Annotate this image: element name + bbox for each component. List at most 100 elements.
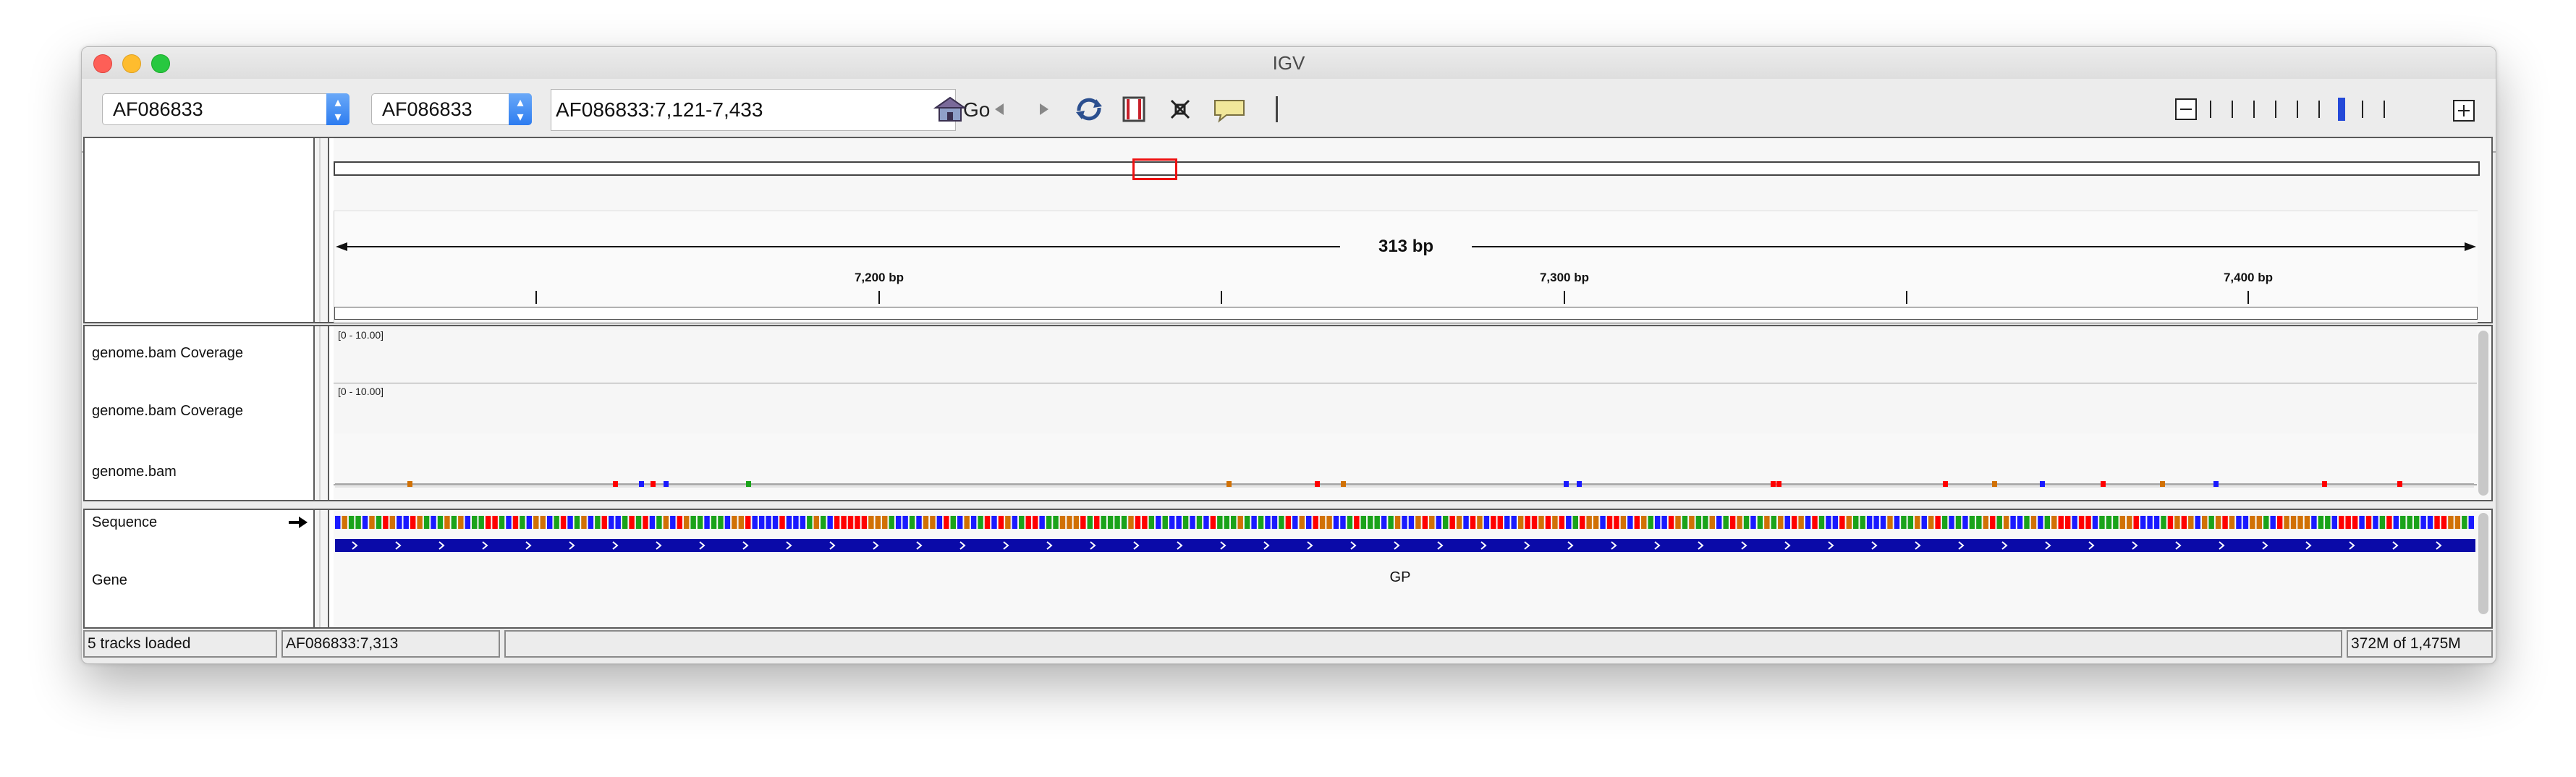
- track-name-alignments[interactable]: genome.bam: [92, 464, 177, 480]
- sequence-base: [2441, 516, 2447, 529]
- sequence-base: [1915, 516, 1920, 529]
- sequence-base: [2386, 516, 2392, 529]
- sequence-base: [1983, 516, 1989, 529]
- sequence-base: [2236, 516, 2242, 529]
- sequence-base: [1593, 516, 1599, 529]
- sequence-base: [1190, 516, 1195, 529]
- sequence-base: [1463, 516, 1469, 529]
- sequence-base: [1866, 516, 1873, 529]
- sequence-base: [1689, 516, 1695, 529]
- coverage-mismatch: [651, 481, 656, 487]
- sequence-base: [2195, 516, 2200, 529]
- track-name-coverage[interactable]: genome.bam Coverage: [92, 345, 243, 362]
- back-icon[interactable]: [986, 95, 1012, 124]
- popup-info-icon[interactable]: [1212, 95, 1247, 124]
- attribute-divider[interactable]: [315, 138, 329, 322]
- sequence-base: [1935, 516, 1941, 529]
- ruler[interactable]: 313 bp 7,200 bp 7,300 bp 7,400 bp: [334, 211, 2478, 323]
- sequence-base: [1504, 516, 1510, 529]
- sequence-base: [1976, 516, 1982, 529]
- sequence-base: [847, 516, 854, 529]
- vertical-scrollbar[interactable]: [2478, 331, 2488, 496]
- zoom-in-icon[interactable]: [2452, 99, 2475, 122]
- sequence-base: [944, 516, 949, 529]
- span-label: 313 bp: [1378, 237, 1434, 256]
- sequence-base: [1305, 516, 1312, 529]
- sequence-base: [431, 516, 436, 529]
- sequence-base: [1764, 516, 1770, 529]
- header-panel: 313 bp 7,200 bp 7,300 bp 7,400 bp: [83, 137, 2493, 323]
- sequence-base: [1114, 516, 1120, 529]
- sequence-base: [1729, 516, 1736, 529]
- sequence-base: [1326, 516, 1332, 529]
- resize-to-window-icon[interactable]: [1166, 95, 1195, 124]
- sequence-base: [2106, 516, 2112, 529]
- sequence-base: [2140, 516, 2146, 529]
- track-name-gene[interactable]: Gene: [92, 572, 127, 589]
- ruler-tick-label: 7,200 bp: [854, 271, 904, 284]
- sequence-base: [2290, 516, 2297, 529]
- sequence-base: [793, 516, 799, 529]
- sequence-base: [2010, 516, 2016, 529]
- sequence-base: [1661, 516, 1667, 529]
- sequence-base: [1682, 516, 1688, 529]
- sequence-base: [1388, 516, 1394, 529]
- sequence-base: [2208, 516, 2214, 529]
- track-name-sequence[interactable]: Sequence: [92, 514, 157, 531]
- sequence-base: [2038, 516, 2043, 529]
- sequence-base: [2462, 516, 2467, 529]
- window-title: IGV: [1272, 52, 1305, 74]
- region-of-interest-icon[interactable]: [1119, 95, 1148, 124]
- chromosome-ideogram[interactable]: [334, 161, 2480, 176]
- coverage-mismatch: [664, 481, 669, 487]
- sequence-base: [1333, 516, 1339, 529]
- sequence-base: [362, 516, 368, 529]
- track-name-coverage[interactable]: genome.bam Coverage: [92, 403, 243, 420]
- sequence-base: [423, 516, 430, 529]
- sequence-base: [574, 516, 580, 529]
- sequence-base: [2263, 516, 2269, 529]
- sequence-base: [916, 516, 922, 529]
- sequence-base: [1743, 516, 1750, 529]
- sequence-base: [807, 516, 813, 529]
- sequence-base: [1442, 516, 1449, 529]
- sequence-track[interactable]: [334, 510, 2477, 626]
- sequence-base: [444, 516, 450, 529]
- sequence-base: [622, 516, 628, 529]
- sequence-base: [1039, 516, 1045, 529]
- sequence-base: [492, 516, 498, 529]
- sequence-base: [546, 516, 553, 529]
- sequence-base: [1641, 516, 1647, 529]
- coverage-mismatch: [746, 481, 751, 487]
- gene-feature-GP[interactable]: [334, 538, 2477, 553]
- refresh-icon[interactable]: [1072, 95, 1106, 124]
- attribute-divider[interactable]: [315, 510, 329, 627]
- sequence-base: [2338, 516, 2344, 529]
- attribute-divider[interactable]: [315, 326, 329, 500]
- sequence-base: [2024, 516, 2030, 529]
- sequence-base: [2373, 516, 2378, 529]
- status-tracks-loaded: 5 tracks loaded: [83, 630, 277, 658]
- sequence-base: [1148, 516, 1155, 529]
- genome-dropdown[interactable]: AF086833 ▴ ▾: [102, 93, 349, 125]
- sequence-base: [950, 516, 956, 529]
- updown-chevron-icon: ▴ ▾: [326, 93, 349, 125]
- sequence-base: [389, 516, 396, 529]
- vertical-scrollbar[interactable]: [2478, 513, 2488, 614]
- strand-arrow-icon[interactable]: [287, 514, 309, 530]
- chromosome-dropdown[interactable]: AF086833 ▴ ▾: [371, 93, 532, 125]
- sequence-base: [649, 516, 656, 529]
- sequence-base: [1162, 516, 1168, 529]
- sequence-base: [1415, 516, 1421, 529]
- locus-search-input[interactable]: AF086833:7,121-7,433: [551, 89, 956, 131]
- sequence-base: [376, 516, 382, 529]
- sequence-base: [1483, 516, 1490, 529]
- forward-icon[interactable]: [1031, 95, 1057, 124]
- home-icon[interactable]: [933, 95, 967, 124]
- sequence-base: [2072, 516, 2077, 529]
- sequence-base: [677, 516, 682, 529]
- sequence-base: [711, 516, 717, 529]
- zoom-slider[interactable]: [2174, 95, 2406, 124]
- sequence-base: [1648, 516, 1653, 529]
- sequence-base: [2127, 516, 2132, 529]
